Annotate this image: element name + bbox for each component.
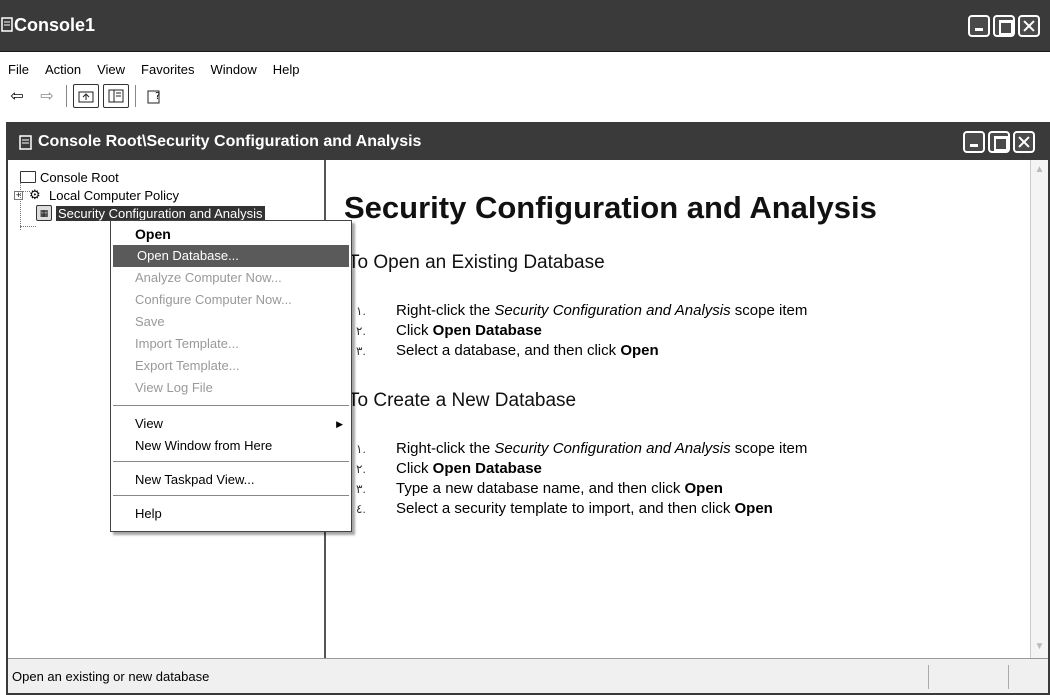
- toolbar-separator: [135, 85, 136, 107]
- list-item: ١. Right-click the Security Configuratio…: [356, 302, 808, 319]
- mmc-console-icon: [1, 17, 13, 32]
- result-pane: Security Configuration and Analysis To O…: [328, 160, 1018, 658]
- child-title-bar: Console Root\Security Configuration and …: [8, 124, 1048, 160]
- app-close-button[interactable]: [1018, 15, 1040, 37]
- context-menu: Open Open Database... Analyze Computer N…: [110, 220, 352, 532]
- app-maximize-button[interactable]: [993, 15, 1015, 37]
- list-item: ٤. Select a security template to import,…: [356, 500, 773, 517]
- tree-item-local-computer-policy[interactable]: + ⚙ Local Computer Policy: [14, 186, 179, 204]
- menu-separator: [113, 495, 349, 496]
- menu-favorites[interactable]: Favorites: [133, 62, 202, 77]
- tree-item-label: Local Computer Policy: [49, 187, 180, 203]
- list-item: ٣. Type a new database name, and then cl…: [356, 480, 723, 497]
- menu-item-new-window[interactable]: New Window from Here: [111, 435, 351, 457]
- help-icon[interactable]: ?: [142, 84, 168, 108]
- tree-item-console-root[interactable]: Console Root: [20, 168, 119, 186]
- tree-item-label: Console Root: [40, 169, 119, 185]
- page-title: Security Configuration and Analysis: [344, 190, 877, 225]
- status-bar: Open an existing or new database: [8, 658, 1048, 693]
- svg-text:?: ?: [155, 91, 160, 102]
- scroll-down-icon[interactable]: ▼: [1033, 641, 1046, 654]
- menu-separator: [113, 461, 349, 462]
- scroll-up-icon[interactable]: ▲: [1033, 164, 1046, 177]
- section-heading: To Open an Existing Database: [348, 252, 605, 273]
- menu-item-view-log-file: View Log File: [135, 380, 213, 395]
- child-title: Console Root\Security Configuration and …: [38, 133, 422, 150]
- security-analysis-icon: ▦: [36, 205, 52, 221]
- app-minimize-button[interactable]: [968, 15, 990, 37]
- menu-item-analyze-computer: Analyze Computer Now...: [135, 270, 282, 285]
- menu-item-import-template: Import Template...: [135, 336, 239, 351]
- app-title: Console1: [14, 15, 96, 35]
- child-maximize-button[interactable]: [988, 131, 1010, 153]
- tree-item-label: Security Configuration and Analysis: [56, 205, 265, 221]
- menu-item-view[interactable]: View ▶: [111, 413, 351, 435]
- menu-item-save: Save: [135, 314, 165, 329]
- menu-item-label: View: [135, 416, 163, 431]
- policy-icon: ⚙: [29, 187, 41, 202]
- menu-item-new-taskpad-view[interactable]: New Taskpad View...: [111, 469, 351, 491]
- toolbar: ⇦ ⇨ ?: [4, 82, 168, 110]
- menu-action[interactable]: Action: [37, 62, 89, 77]
- back-arrow-icon[interactable]: ⇦: [4, 84, 30, 108]
- status-text: Open an existing or new database: [12, 669, 210, 684]
- status-cell: [928, 665, 929, 689]
- menu-help[interactable]: Help: [265, 62, 308, 77]
- child-minimize-button[interactable]: [963, 131, 985, 153]
- section-heading: To Create a New Database: [348, 390, 577, 411]
- menu-item-export-template: Export Template...: [135, 358, 240, 373]
- menu-item-configure-computer: Configure Computer Now...: [135, 292, 292, 307]
- mmc-console-icon: [19, 135, 32, 150]
- expand-icon[interactable]: +: [14, 190, 23, 200]
- list-item: ٣. Select a database, and then click Ope…: [356, 342, 659, 359]
- list-item: ٢. Click Open Database: [356, 460, 542, 477]
- menu-file[interactable]: File: [0, 62, 37, 77]
- show-hide-tree-icon[interactable]: [103, 84, 129, 108]
- status-cell: [1008, 665, 1009, 689]
- list-item: ٢. Click Open Database: [356, 322, 542, 339]
- child-close-button[interactable]: [1013, 131, 1035, 153]
- menu-item-help[interactable]: Help: [111, 503, 351, 525]
- menu-view[interactable]: View: [89, 62, 133, 77]
- up-one-level-icon[interactable]: [73, 84, 99, 108]
- vertical-scrollbar[interactable]: ▲ ▼: [1030, 160, 1048, 658]
- menu-bar: File Action View Favorites Window Help: [0, 58, 308, 80]
- folder-icon: [20, 171, 36, 183]
- app-title-bar: Console1: [0, 0, 1050, 52]
- menu-item-open[interactable]: Open: [111, 223, 351, 245]
- forward-arrow-icon[interactable]: ⇨: [34, 84, 60, 108]
- menu-separator: [113, 405, 349, 406]
- list-item: ١. Right-click the Security Configuratio…: [356, 440, 808, 457]
- menu-item-open-database[interactable]: Open Database...: [113, 245, 349, 267]
- menu-window[interactable]: Window: [203, 62, 265, 77]
- submenu-arrow-icon: ▶: [336, 419, 343, 429]
- toolbar-separator: [66, 85, 67, 107]
